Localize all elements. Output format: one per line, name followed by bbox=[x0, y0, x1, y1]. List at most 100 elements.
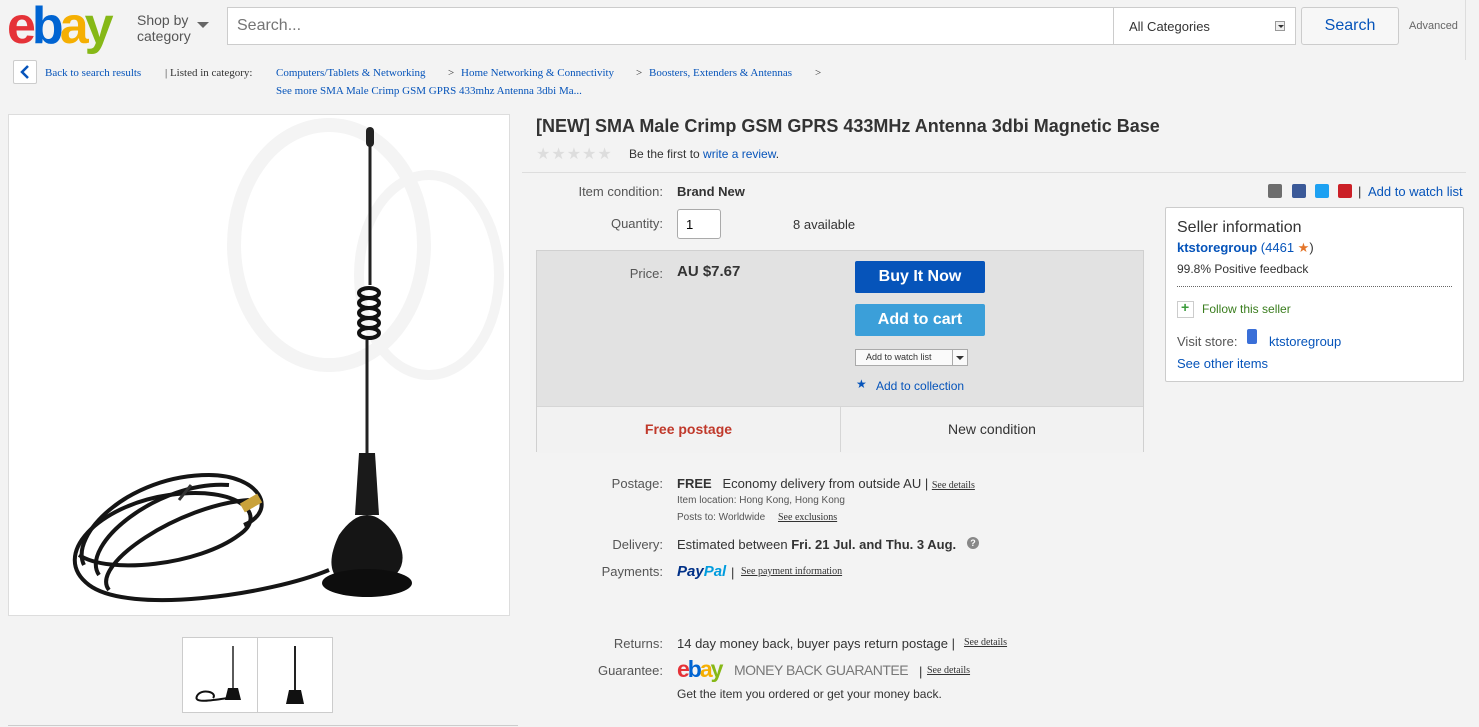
add-to-watch-list-dropdown[interactable]: Add to watch list bbox=[855, 349, 968, 366]
quantity-label: Quantity: bbox=[610, 216, 663, 231]
payments-label: Payments: bbox=[601, 564, 663, 579]
visit-store-label: Visit store: bbox=[1177, 334, 1238, 349]
feedback-star-icon: ★ bbox=[1297, 240, 1310, 255]
listed-in-label: | Listed in category: bbox=[165, 67, 253, 79]
money-back-guarantee-text: MONEY BACK GUARANTEE bbox=[734, 662, 909, 678]
thumbnail-2[interactable] bbox=[257, 637, 333, 713]
antenna-image bbox=[72, 118, 504, 603]
ebay-guarantee-logo: ebay bbox=[677, 656, 724, 683]
breadcrumb-separator: > bbox=[636, 67, 643, 79]
product-title: [NEW] SMA Male Crimp GSM GPRS 433MHz Ant… bbox=[536, 116, 1160, 136]
seller-name-line: ktstoregroup (4461 ★) bbox=[1177, 240, 1314, 256]
add-to-watch-list-link[interactable]: Add to watch list bbox=[1368, 184, 1463, 199]
returns-text: 14 day money back, buyer pays return pos… bbox=[677, 636, 955, 651]
antenna-thumbnail-image bbox=[286, 646, 304, 704]
seller-information-panel: Seller information ktstoregroup (4461 ★)… bbox=[1165, 207, 1464, 382]
price-label: Price: bbox=[629, 266, 663, 281]
review-prefix: Be the first to bbox=[629, 147, 700, 161]
header: ebay Shop by category All Categories Sea… bbox=[0, 0, 1479, 60]
write-review-link[interactable]: write a review bbox=[703, 147, 776, 161]
category-label: category bbox=[137, 28, 191, 44]
see-other-items-link[interactable]: See other items bbox=[1177, 356, 1268, 371]
see-more-link[interactable]: See more SMA Male Crimp GSM GPRS 433mhz … bbox=[276, 85, 582, 97]
postage-free: FREE bbox=[677, 476, 712, 491]
logo-letter-b: b bbox=[687, 656, 702, 682]
breadcrumb-category-1[interactable]: Computers/Tablets & Networking bbox=[276, 67, 426, 79]
twitter-share-icon[interactable] bbox=[1315, 184, 1329, 198]
delivery-value: Estimated between Fri. 21 Jul. and Thu. … bbox=[677, 537, 956, 552]
rating-stars-icon: ★★★★★ bbox=[536, 146, 613, 163]
logo-letter-y: y bbox=[710, 656, 724, 682]
review-suffix: . bbox=[775, 147, 780, 161]
dotted-divider bbox=[1177, 286, 1452, 287]
logo-letter-a: a bbox=[59, 0, 89, 55]
advanced-search-link[interactable]: Advanced bbox=[1409, 20, 1458, 32]
logo-letter-y: y bbox=[84, 0, 114, 55]
help-icon[interactable]: ? bbox=[967, 537, 979, 549]
logo-letter-e: e bbox=[677, 656, 690, 682]
divider bbox=[1465, 0, 1466, 60]
chevron-down-icon[interactable] bbox=[956, 356, 964, 360]
shop-by-category-button[interactable]: Shop by category bbox=[137, 12, 209, 44]
returns-see-details-link[interactable]: See details bbox=[964, 637, 1007, 648]
feedback-close: ) bbox=[1309, 240, 1314, 255]
breadcrumb-separator: > bbox=[815, 67, 822, 79]
paypal-logo-pay: Pay bbox=[677, 563, 704, 580]
quantity-input[interactable] bbox=[677, 209, 721, 239]
chevron-left-icon bbox=[20, 65, 29, 79]
ebay-logo[interactable]: ebay bbox=[7, 0, 114, 55]
back-to-search-link[interactable]: Back to search results bbox=[45, 67, 141, 79]
feedback-count-link[interactable]: (4461 bbox=[1261, 240, 1294, 255]
add-to-collection-link[interactable]: Add to collection bbox=[876, 379, 964, 393]
chevron-down-icon bbox=[197, 22, 209, 28]
price-value: AU $7.67 bbox=[677, 263, 741, 280]
breadcrumb-category-2[interactable]: Home Networking & Connectivity bbox=[461, 67, 614, 79]
antenna-thumbnail-image bbox=[195, 646, 241, 702]
logo-letter-e: e bbox=[7, 0, 36, 55]
posts-to: Posts to: Worldwide bbox=[677, 512, 766, 523]
back-button[interactable] bbox=[13, 60, 37, 84]
star-icon: ★ bbox=[856, 377, 867, 391]
shop-by-label: Shop by bbox=[137, 12, 189, 28]
postage-label: Postage: bbox=[611, 476, 663, 491]
item-condition-label: Item condition: bbox=[578, 184, 663, 199]
category-select-value: All Categories bbox=[1129, 19, 1210, 34]
item-condition-value: Brand New bbox=[677, 184, 745, 199]
product-image[interactable] bbox=[8, 114, 510, 616]
see-payment-information-link[interactable]: See payment information bbox=[741, 566, 842, 577]
delivery-dates: Fri. 21 Jul. and Thu. 3 Aug. bbox=[791, 537, 957, 552]
search-button[interactable]: Search bbox=[1301, 7, 1399, 45]
free-postage-badge: Free postage bbox=[644, 421, 733, 437]
see-exclusions-link[interactable]: See exclusions bbox=[778, 512, 837, 523]
seller-info-title: Seller information bbox=[1177, 219, 1302, 236]
thumbnail-1[interactable] bbox=[182, 637, 258, 713]
guarantee-see-details-link[interactable]: See details bbox=[927, 665, 970, 676]
new-condition-badge: New condition bbox=[948, 421, 1036, 437]
logo-letter-b: b bbox=[31, 0, 64, 55]
logo-letter-a: a bbox=[699, 656, 713, 682]
separator: | bbox=[731, 565, 735, 580]
email-share-icon[interactable] bbox=[1268, 184, 1282, 198]
available-count: 8 available bbox=[793, 217, 856, 232]
postage-see-details-link[interactable]: See details bbox=[932, 480, 975, 491]
category-select[interactable]: All Categories bbox=[1113, 7, 1296, 45]
search-input[interactable] bbox=[227, 7, 1113, 45]
store-name-link[interactable]: ktstoregroup bbox=[1269, 334, 1341, 349]
add-to-cart-button[interactable]: Add to cart bbox=[855, 304, 985, 336]
review-line: Be the first to write a review. bbox=[629, 147, 779, 161]
item-location: Item location: Hong Kong, Hong Kong bbox=[677, 495, 845, 506]
buy-it-now-button[interactable]: Buy It Now bbox=[855, 261, 985, 293]
delivery-prefix: Estimated between bbox=[677, 537, 788, 552]
guarantee-label: Guarantee: bbox=[597, 663, 663, 678]
postage-value: FREE Economy delivery from outside AU | … bbox=[677, 476, 975, 491]
divider bbox=[522, 172, 1466, 173]
facebook-share-icon[interactable] bbox=[1292, 184, 1306, 198]
follow-plus-icon[interactable]: + bbox=[1177, 299, 1194, 318]
breadcrumb-category-3[interactable]: Boosters, Extenders & Antennas bbox=[649, 67, 792, 79]
follow-seller-link[interactable]: Follow this seller bbox=[1202, 302, 1291, 316]
pinterest-share-icon[interactable] bbox=[1338, 184, 1352, 198]
feedback-score: (4461 ★) bbox=[1261, 240, 1314, 255]
divider bbox=[8, 725, 518, 726]
seller-name-link[interactable]: ktstoregroup bbox=[1177, 240, 1257, 255]
separator: | bbox=[919, 664, 923, 679]
